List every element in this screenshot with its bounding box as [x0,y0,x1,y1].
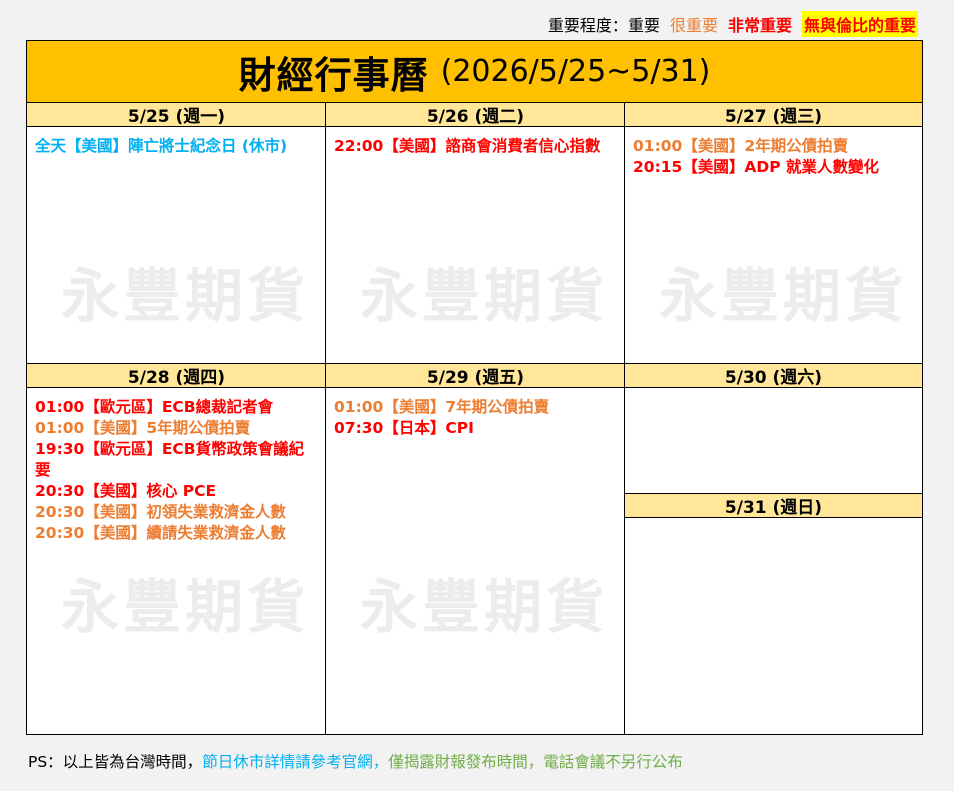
day-cell-wed: 5/27 (週三) 永豐期貨 01:00【美國】2年期公債拍賣 20:15【美國】… [625,103,922,364]
event-item: 20:15【美國】ADP 就業人數變化 [633,158,879,176]
legend-level-incomparably-important: 無與倫比的重要 [801,11,918,37]
watermark: 永豐期貨 [360,573,609,641]
calendar-title-bar: 財經行事曆 (2026/5/25~5/31) [27,41,922,103]
legend-level-important: 重要 [627,16,660,35]
importance-legend: 重要程度： 重要 很重要 非常重要 無與倫比的重要 [548,11,918,37]
event-item: 01:00【美國】5年期公債拍賣 [35,419,251,437]
watermark: 永豐期貨 [61,573,310,641]
event-list: 01:00【歐元區】ECB總裁記者會 01:00【美國】5年期公債拍賣 19:30【… [27,388,326,544]
calendar-title: 財經行事曆 [238,53,429,97]
watermark: 永豐期貨 [659,262,908,330]
event-list: 01:00【美國】2年期公債拍賣 20:15【美國】ADP 就業人數變化 [625,127,922,178]
event-item: 07:30【日本】CPI [334,419,474,437]
day-header: 5/28 (週四) [27,364,326,388]
event-item: 20:30【美國】續請失業救濟金人數 [35,524,286,542]
event-list: 01:00【美國】7年期公債拍賣 07:30【日本】CPI [326,388,625,439]
footer-note-earnings: 僅揭露財報發布時間，電話會議不另行公布 [388,753,683,771]
event-item: 全天【美國】陣亡將士紀念日 (休市) [35,137,288,155]
event-item: 01:00【美國】2年期公債拍賣 [633,137,849,155]
watermark: 永豐期貨 [61,262,310,330]
footer-note: PS：以上皆為台灣時間，節日休市詳情請參考官網，僅揭露財報發布時間，電話會議不另… [28,750,683,772]
day-cell-fri: 5/29 (週五) 永豐期貨 01:00【美國】7年期公債拍賣 07:30【日本】… [326,364,625,734]
event-list [625,388,922,397]
day-header: 5/26 (週二) [326,103,625,127]
day-cell-tue: 5/26 (週二) 永豐期貨 22:00【美國】諮商會消費者信心指數 [326,103,625,364]
event-list: 22:00【美國】諮商會消費者信心指數 [326,127,625,157]
day-header: 5/29 (週五) [326,364,625,388]
day-header: 5/27 (週三) [625,103,922,127]
event-list [625,518,922,527]
day-cell-mon: 5/25 (週一) 永豐期貨 全天【美國】陣亡將士紀念日 (休市) [27,103,326,364]
event-list: 全天【美國】陣亡將士紀念日 (休市) [27,127,326,157]
calendar-table: 財經行事曆 (2026/5/25~5/31) 5/25 (週一) 永豐期貨 全天… [26,40,923,735]
footer-note-timezone: PS：以上皆為台灣時間， [28,753,203,771]
event-item: 01:00【美國】7年期公債拍賣 [334,398,550,416]
day-cell-sat: 5/30 (週六) [625,364,922,493]
day-header: 5/31 (週日) [625,493,922,518]
event-item: 22:00【美國】諮商會消費者信心指數 [334,137,601,155]
footer-note-holiday: 節日休市詳情請參考官網， [202,753,389,771]
watermark: 永豐期貨 [360,262,609,330]
legend-level-very-important: 很重要 [669,16,718,35]
day-cell-thu: 5/28 (週四) 永豐期貨 01:00【歐元區】ECB總裁記者會 01:00【美… [27,364,326,734]
event-item: 19:30【歐元區】ECB貨幣政策會議紀要 [35,440,305,479]
event-item: 01:00【歐元區】ECB總裁記者會 [35,398,274,416]
grid-line [27,363,922,364]
legend-level-extremely-important: 非常重要 [727,16,792,35]
event-item: 20:30【美國】核心 PCE [35,482,217,500]
event-item: 20:30【美國】初領失業救濟金人數 [35,503,286,521]
day-header: 5/25 (週一) [27,103,326,127]
legend-prefix: 重要程度： [547,16,628,35]
day-header: 5/30 (週六) [625,364,922,388]
calendar-date-range: (2026/5/25~5/31) [440,54,711,89]
day-cell-sun: 5/31 (週日) [625,493,922,734]
